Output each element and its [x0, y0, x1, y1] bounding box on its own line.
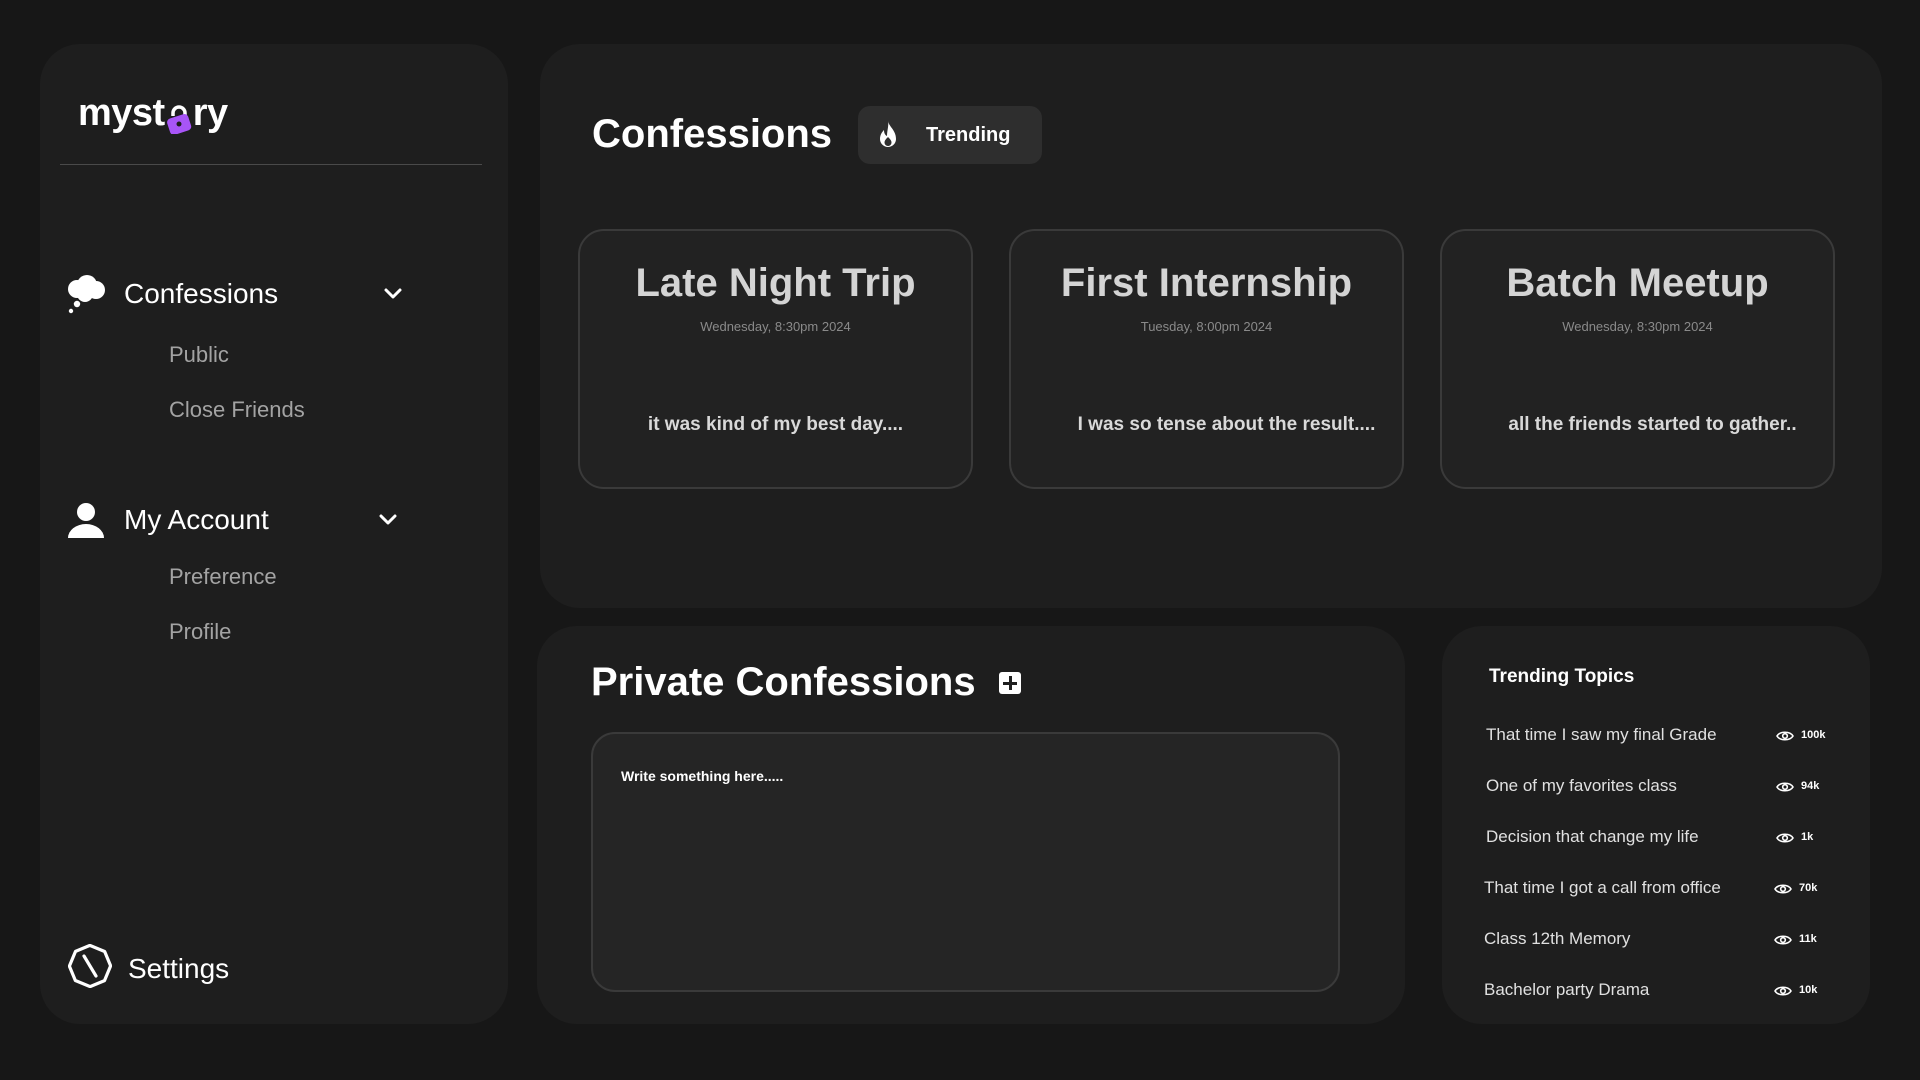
nav-group-confessions: Confessions Public Close Friends	[64, 269, 464, 437]
trending-topics-title: Trending Topics	[1489, 666, 1635, 687]
topic-view-count: 11k	[1799, 933, 1817, 945]
private-confessions-title: Private Confessions	[591, 660, 976, 704]
confession-input[interactable]	[591, 732, 1340, 992]
nav-my-account[interactable]: My Account	[64, 495, 464, 545]
nav-confessions-label: Confessions	[124, 278, 279, 309]
card-date: Tuesday, 8:00pm 2024	[1140, 319, 1273, 334]
logo-text-suffix: ry	[192, 92, 228, 134]
flame-icon	[872, 119, 904, 151]
topic-text: Bachelor party Drama	[1484, 980, 1650, 999]
sidebar-divider	[60, 164, 482, 165]
trending-topic-item[interactable]: Bachelor party Drama 10k	[1484, 975, 1834, 1005]
topic-view-count: 70k	[1799, 882, 1818, 894]
settings-label: Settings	[128, 952, 230, 984]
eye-icon	[1776, 831, 1794, 843]
eye-icon	[1774, 882, 1792, 894]
card-title: First Internship	[1060, 261, 1353, 305]
eye-icon	[1774, 984, 1792, 996]
logo-text-prefix: myst	[78, 92, 165, 134]
trending-topic-item[interactable]: One of my favorites class 94k	[1486, 771, 1836, 801]
topic-text: Decision that change my life	[1486, 827, 1699, 846]
trending-topic-item[interactable]: That time I got a call from office 70k	[1484, 873, 1834, 903]
card-excerpt: I was so tense about the result....	[1077, 414, 1376, 435]
card-date: Wednesday, 8:30pm 2024	[700, 319, 851, 334]
sidebar-item-profile[interactable]: Profile	[169, 604, 464, 659]
topic-text: That time I saw my final Grade	[1486, 725, 1717, 744]
trending-topic-item[interactable]: Class 12th Memory 11k	[1484, 924, 1834, 954]
topic-view-count: 1k	[1801, 831, 1814, 843]
confessions-panel: Confessions Trending Late Night Trip Wed…	[540, 44, 1882, 608]
chevron-down-icon[interactable]	[382, 283, 404, 305]
user-icon	[64, 498, 108, 542]
card-excerpt: it was kind of my best day....	[647, 414, 904, 435]
topic-text: That time I got a call from office	[1484, 878, 1721, 897]
nav-my-account-label: My Account	[124, 504, 269, 535]
trending-label: Trending	[926, 123, 1011, 146]
topic-text: Class 12th Memory	[1484, 929, 1631, 948]
card-title: Late Night Trip	[635, 261, 916, 305]
sidebar: myst ry Confessions Public Close Friends…	[40, 44, 508, 1024]
card-date: Wednesday, 8:30pm 2024	[1562, 319, 1713, 334]
card-excerpt: all the friends started to gather..	[1508, 414, 1797, 435]
app-logo[interactable]: myst ry	[78, 92, 228, 135]
sidebar-item-public[interactable]: Public	[169, 327, 464, 382]
add-confession-button[interactable]	[999, 672, 1021, 694]
trending-button[interactable]: Trending	[858, 106, 1042, 164]
lock-icon	[166, 101, 192, 135]
eye-icon	[1776, 780, 1794, 792]
confession-card[interactable]: First Internship Tuesday, 8:00pm 2024 I …	[1009, 229, 1404, 489]
trending-topic-item[interactable]: Decision that change my life 1k	[1486, 822, 1836, 852]
topic-view-count: 10k	[1799, 984, 1818, 996]
topic-text: One of my favorites class	[1486, 776, 1677, 795]
topic-view-count: 94k	[1801, 780, 1820, 792]
eye-icon	[1774, 933, 1792, 945]
page-title: Confessions	[592, 112, 833, 156]
settings-icon	[67, 943, 113, 993]
sidebar-item-close-friends[interactable]: Close Friends	[169, 382, 464, 437]
nav-group-account: My Account Preference Profile	[64, 495, 464, 659]
topic-view-count: 100k	[1801, 729, 1826, 741]
eye-icon	[1776, 729, 1794, 741]
nav-confessions[interactable]: Confessions	[64, 269, 464, 319]
confession-card[interactable]: Late Night Trip Wednesday, 8:30pm 2024 i…	[578, 229, 973, 489]
sidebar-item-preference[interactable]: Preference	[169, 549, 464, 604]
thought-bubble-icon	[64, 272, 108, 316]
private-confessions-panel: Private Confessions	[537, 626, 1405, 1024]
nav-settings[interactable]: Settings	[67, 943, 230, 993]
trending-topic-item[interactable]: That time I saw my final Grade 100k	[1486, 720, 1836, 750]
confession-card[interactable]: Batch Meetup Wednesday, 8:30pm 2024 all …	[1440, 229, 1835, 489]
chevron-down-icon[interactable]	[377, 509, 399, 531]
trending-topics-panel: Trending Topics That time I saw my final…	[1442, 626, 1870, 1024]
card-title: Batch Meetup	[1506, 261, 1769, 305]
